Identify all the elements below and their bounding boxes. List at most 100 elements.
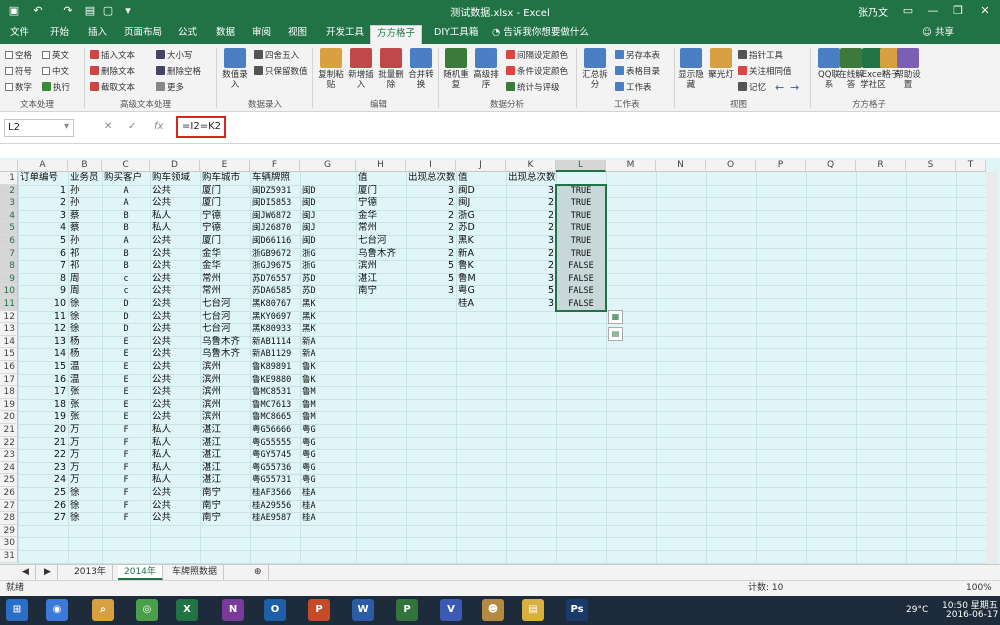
cell-G19[interactable]: 鲁M	[300, 399, 356, 412]
cancel-icon[interactable]: ✕	[104, 121, 112, 132]
cell-F24[interactable]: 粤G55736	[250, 462, 300, 475]
cell-H5[interactable]: 常州	[356, 222, 406, 235]
row-header-15[interactable]: 15	[0, 348, 18, 361]
cell-C3[interactable]: A	[102, 197, 150, 210]
column-header-E[interactable]: E	[200, 160, 250, 172]
cell-G5[interactable]: 闽J	[300, 222, 356, 235]
cell-E3[interactable]: 厦门	[200, 197, 250, 210]
cell-C26[interactable]: F	[102, 487, 150, 500]
column-header-Q[interactable]: Q	[806, 160, 856, 172]
cell-D8[interactable]: 公共	[150, 260, 200, 273]
memory-button[interactable]: 记忆	[738, 81, 766, 93]
cell-C9[interactable]: c	[102, 273, 150, 286]
statistics-rating-button[interactable]: 统计与评级	[506, 81, 560, 93]
cell-H9[interactable]: 湛江	[356, 273, 406, 286]
cell-A19[interactable]: 18	[18, 399, 68, 412]
cell-C24[interactable]: F	[102, 462, 150, 475]
cell-G21[interactable]: 粤G	[300, 424, 356, 437]
cell-D15[interactable]: 公共	[150, 348, 200, 361]
cell-J4[interactable]: 浙G	[456, 210, 506, 223]
cell-B25[interactable]: 万	[68, 474, 102, 487]
cell-A5[interactable]: 4	[18, 222, 68, 235]
row-header-2[interactable]: 2	[0, 184, 18, 198]
cell-G2[interactable]: 闽D	[300, 185, 356, 198]
cell-J11[interactable]: 桂A	[456, 298, 506, 311]
cell-I8[interactable]: 5	[406, 260, 456, 273]
cell-F18[interactable]: 鲁MC8531	[250, 386, 300, 399]
cell-D21[interactable]: 私人	[150, 424, 200, 437]
delete-space-button[interactable]: 删除空格	[156, 65, 201, 77]
cell-D24[interactable]: 私人	[150, 462, 200, 475]
row-header-28[interactable]: 28	[0, 512, 18, 525]
cell-C16[interactable]: E	[102, 361, 150, 374]
cell-D18[interactable]: 公共	[150, 386, 200, 399]
row-header-5[interactable]: 5	[0, 222, 18, 235]
cell-A4[interactable]: 3	[18, 210, 68, 223]
row-header-17[interactable]: 17	[0, 373, 18, 387]
column-header-I[interactable]: I	[406, 160, 456, 172]
cell-A16[interactable]: 15	[18, 361, 68, 374]
row-header-25[interactable]: 25	[0, 474, 18, 487]
cell-D28[interactable]: 公共	[150, 512, 200, 525]
cell-B3[interactable]: 孙	[68, 197, 102, 210]
word-icon[interactable]: W	[352, 599, 374, 621]
sheet-nav-right-icon[interactable]: ▶	[38, 565, 58, 580]
cell-F7[interactable]: 浙GB9672	[250, 248, 300, 261]
cell-D22[interactable]: 私人	[150, 437, 200, 450]
row-header-19[interactable]: 19	[0, 398, 18, 412]
cell-E22[interactable]: 湛江	[200, 437, 250, 450]
row-header-24[interactable]: 24	[0, 461, 18, 475]
cell-F21[interactable]: 粤G56666	[250, 424, 300, 437]
cell-F28[interactable]: 桂AE9587	[250, 512, 300, 525]
cell-B19[interactable]: 张	[68, 399, 102, 412]
cell-B2[interactable]: 孙	[68, 185, 102, 198]
cell-B26[interactable]: 徐	[68, 487, 102, 500]
tab-page-layout[interactable]: 页面布局	[118, 25, 168, 44]
close-icon[interactable]: ✕	[977, 3, 993, 19]
cell-D2[interactable]: 公共	[150, 185, 200, 198]
check-symbol[interactable]: 符号	[5, 65, 32, 77]
cell-B11[interactable]: 徐	[68, 298, 102, 311]
user-name[interactable]: 张乃文	[858, 4, 888, 19]
cell-F4[interactable]: 闽JW6872	[250, 210, 300, 223]
cell-H4[interactable]: 金华	[356, 210, 406, 223]
help-settings-button[interactable]: 帮助设置	[893, 48, 923, 90]
share-button[interactable]: ☺ 共享	[922, 25, 954, 41]
cell-E28[interactable]: 南宁	[200, 512, 250, 525]
row-header-30[interactable]: 30	[0, 537, 18, 550]
cell-H6[interactable]: 七台河	[356, 235, 406, 248]
cell-G11[interactable]: 黑K	[300, 298, 356, 311]
pointer-tool-button[interactable]: 指针工具	[738, 49, 783, 61]
cell-C23[interactable]: F	[102, 449, 150, 462]
cell-J8[interactable]: 鲁K	[456, 260, 506, 273]
column-header-A[interactable]: A	[18, 160, 68, 172]
row-header-31[interactable]: 31	[0, 550, 18, 563]
cell-F9[interactable]: 苏D76557	[250, 273, 300, 286]
cell-E12[interactable]: 七台河	[200, 311, 250, 324]
start-icon[interactable]: ⊞	[6, 599, 28, 621]
cell-J6[interactable]: 黑K	[456, 235, 506, 248]
row-header-21[interactable]: 21	[0, 424, 18, 437]
tab-formulas[interactable]: 公式	[172, 25, 203, 44]
cell-G22[interactable]: 粤G	[300, 437, 356, 450]
cell-G13[interactable]: 黑K	[300, 323, 356, 336]
cell-A12[interactable]: 11	[18, 311, 68, 324]
delete-text-button[interactable]: 删除文本	[90, 65, 135, 77]
cell-K2[interactable]: 3	[506, 185, 556, 198]
cell-C22[interactable]: F	[102, 437, 150, 450]
cell-I10[interactable]: 3	[406, 285, 456, 298]
tab-home[interactable]: 开始	[44, 25, 75, 44]
cell-G9[interactable]: 苏D	[300, 273, 356, 286]
cell-I2[interactable]: 3	[406, 185, 456, 198]
cell-A13[interactable]: 12	[18, 323, 68, 336]
cell-A1[interactable]: 订单编号	[18, 172, 68, 185]
files-icon[interactable]: ▤	[522, 599, 544, 621]
cell-E13[interactable]: 七台河	[200, 323, 250, 336]
sheet-tab-plates[interactable]: 车牌照数据	[166, 565, 225, 580]
tab-developer[interactable]: 开发工具	[320, 25, 370, 44]
cell-K9[interactable]: 3	[506, 273, 556, 286]
tab-review[interactable]: 审阅	[246, 25, 277, 44]
more-button[interactable]: 更多	[156, 81, 184, 93]
cell-A26[interactable]: 25	[18, 487, 68, 500]
cell-E16[interactable]: 滨州	[200, 361, 250, 374]
